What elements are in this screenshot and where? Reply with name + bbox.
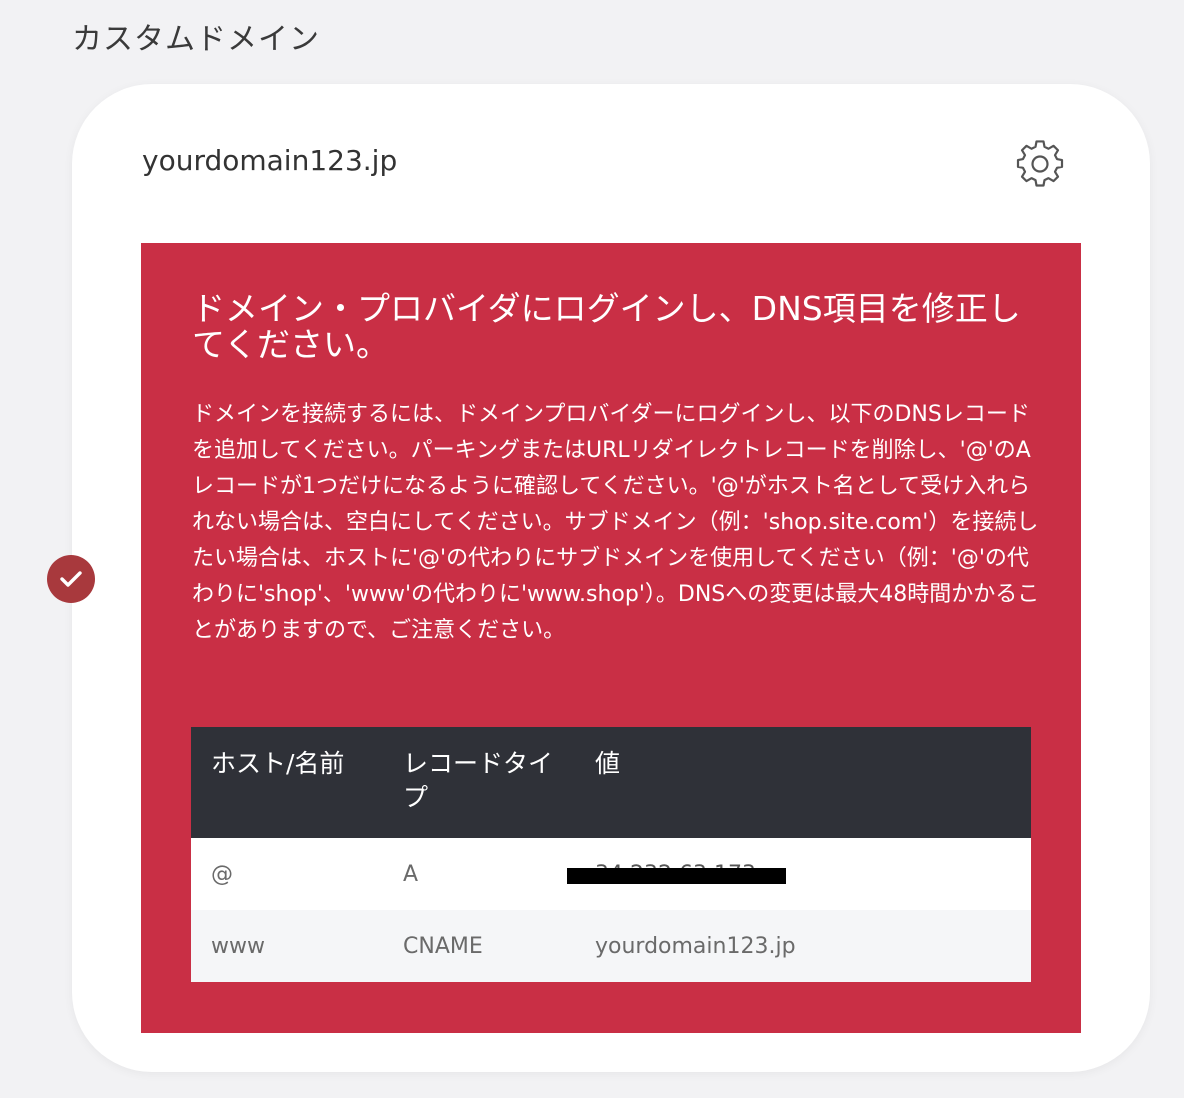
redacted-value: 34.232.63.173 [567, 862, 786, 887]
table-header-row: ホスト/名前 レコードタイプ 値 [191, 727, 1031, 838]
alert-title: ドメイン・プロバイダにログインし、DNS項目を修正してください。 [192, 289, 1021, 364]
cell-host: @ [191, 838, 383, 910]
check-circle-icon [47, 555, 95, 603]
column-header-host: ホスト/名前 [191, 727, 383, 838]
dns-records-table: ホスト/名前 レコードタイプ 値 @ A 34.232.63.173 [191, 727, 1031, 982]
alert-body: ドメインを接続するには、ドメインプロバイダーにログインし、以下のDNSレコードを… [192, 402, 1040, 643]
cell-host: www [191, 910, 383, 982]
custom-domain-card: yourdomain123.jp ドメイン・プロバイダにログインし、DNS項目を… [72, 84, 1150, 1072]
cell-type: CNAME [383, 910, 575, 982]
cell-value: 34.232.63.173 [567, 838, 1031, 910]
column-header-value: 値 [575, 727, 1031, 838]
gear-icon[interactable] [1016, 140, 1064, 188]
domain-name: yourdomain123.jp [142, 144, 398, 177]
cell-type: A [383, 838, 575, 910]
column-header-record-type: レコードタイプ [383, 727, 575, 838]
dns-instructions-alert: ドメイン・プロバイダにログインし、DNS項目を修正してください。 ドメインを接続… [141, 243, 1081, 1033]
table-row: @ A 34.232.63.173 [191, 838, 1031, 910]
table-row: www CNAME yourdomain123.jp [191, 910, 1031, 982]
redaction-bar [567, 868, 786, 884]
page-title: カスタムドメイン [72, 22, 320, 57]
cell-value: yourdomain123.jp [575, 910, 1031, 982]
